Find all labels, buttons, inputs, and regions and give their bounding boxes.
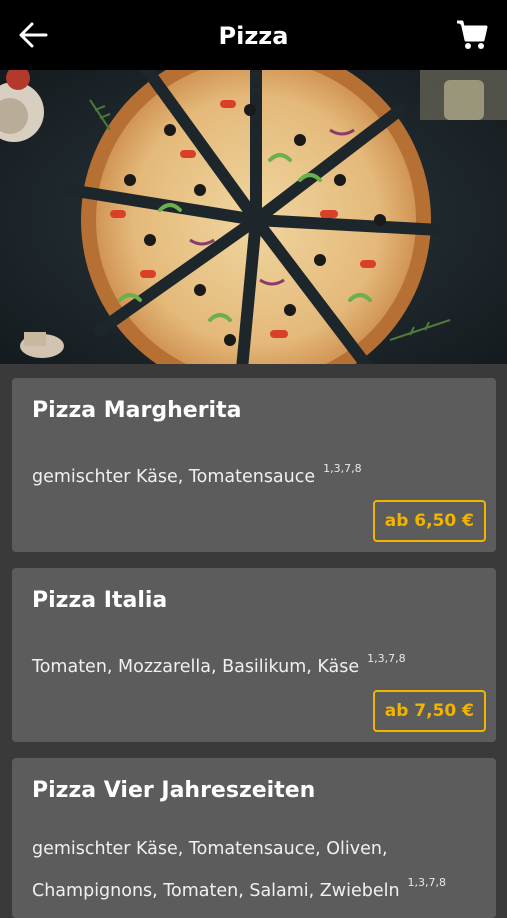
allergen-codes: 1,3,7,8 <box>367 652 406 665</box>
product-card[interactable]: Pizza Vier Jahreszeiten gemischter Käse,… <box>12 758 496 918</box>
pizza-photo <box>0 70 507 364</box>
product-card[interactable]: Pizza Margherita gemischter Käse, Tomate… <box>12 378 496 552</box>
product-list: Pizza Margherita gemischter Käse, Tomate… <box>0 364 507 918</box>
cart-button[interactable] <box>455 18 489 52</box>
allergen-codes: 1,3,7,8 <box>407 876 447 889</box>
product-description: gemischter Käse, Tomatensauce, Oliven, C… <box>32 832 462 908</box>
price-button[interactable]: ab 6,50 € <box>372 500 486 542</box>
product-description: Tomaten, Mozzarella, Basilikum, Käse 1,3,… <box>32 642 472 684</box>
product-name: Pizza Vier Jahreszeiten <box>32 778 316 803</box>
price-button[interactable]: ab 7,50 € <box>372 690 486 732</box>
shopping-cart-icon <box>457 20 488 49</box>
product-name: Pizza Margherita <box>32 398 242 423</box>
hero-image <box>0 70 507 364</box>
allergen-codes: 1,3,7,8 <box>323 462 362 475</box>
product-ingredients: gemischter Käse, Tomatensauce, Oliven, C… <box>32 839 400 901</box>
product-name: Pizza Italia <box>32 588 168 613</box>
product-ingredients: gemischter Käse, Tomatensauce <box>32 467 316 487</box>
product-description: gemischter Käse, Tomatensauce 1,3,7,8 <box>32 452 472 494</box>
product-card[interactable]: Pizza Italia Tomaten, Mozzarella, Basili… <box>12 568 496 742</box>
app-header: Pizza <box>0 0 507 70</box>
page-title: Pizza <box>218 22 289 50</box>
product-ingredients: Tomaten, Mozzarella, Basilikum, Käse <box>32 657 360 677</box>
